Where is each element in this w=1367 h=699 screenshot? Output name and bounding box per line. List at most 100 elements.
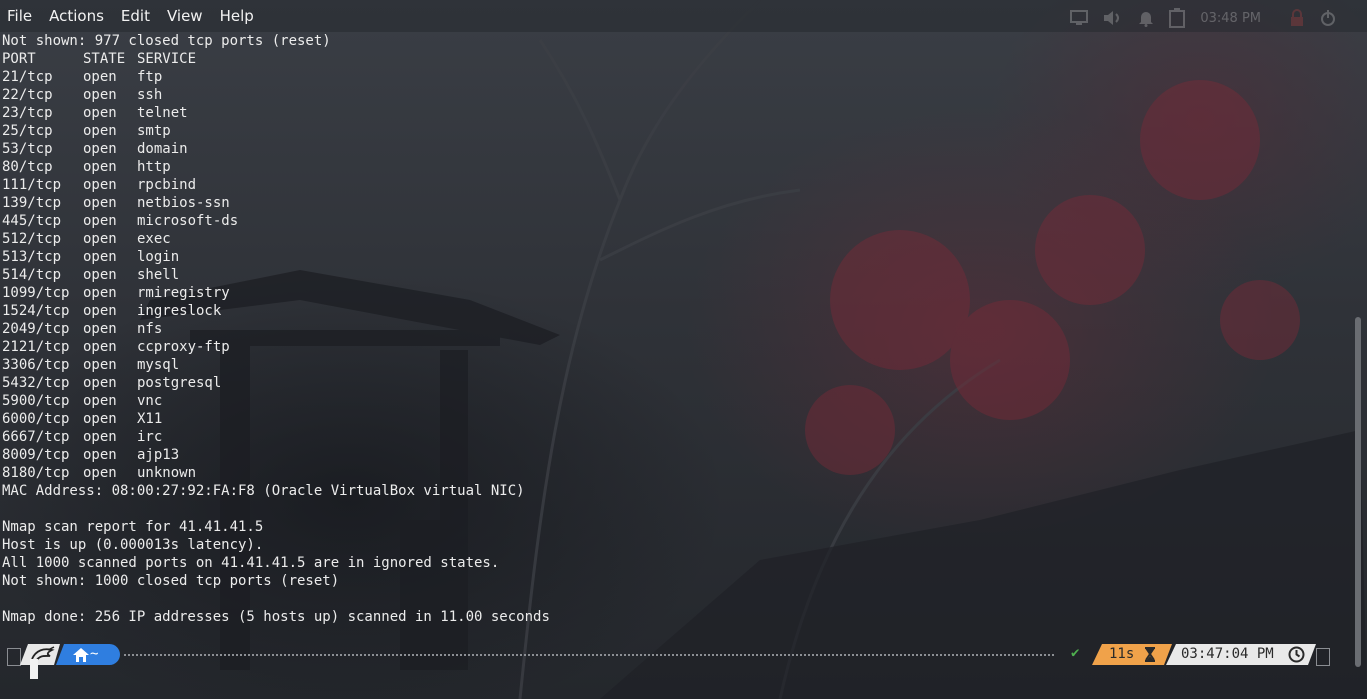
port-row: 21/tcp open ftp bbox=[2, 68, 1347, 86]
clock-icon bbox=[1288, 646, 1305, 663]
menu-view[interactable]: View bbox=[163, 7, 207, 25]
port-row: 512/tcp open exec bbox=[2, 230, 1347, 248]
service-cell: unknown bbox=[137, 465, 197, 481]
state-cell: open bbox=[83, 393, 117, 409]
prompt-bracket-right bbox=[1316, 648, 1330, 666]
kali-logo-segment bbox=[20, 644, 60, 665]
port-row: 445/tcp open microsoft-ds bbox=[2, 212, 1347, 230]
menu-actions[interactable]: Actions bbox=[45, 7, 108, 25]
port-row: 1099/tcp open rmiregistry bbox=[2, 284, 1347, 302]
port-cell: 2121/tcp bbox=[2, 339, 70, 355]
menu-help[interactable]: Help bbox=[216, 7, 258, 25]
shell-prompt: ~ ✔ 11s 03:47:04 PM bbox=[0, 640, 1367, 670]
state-cell: open bbox=[83, 267, 117, 283]
port-row: 53/tcp open domain bbox=[2, 140, 1347, 158]
volume-icon bbox=[1104, 11, 1120, 25]
state-cell: open bbox=[83, 105, 117, 121]
port-row: 8009/tcp open ajp13 bbox=[2, 446, 1347, 464]
port-table-header: PORT STATE SERVICE bbox=[2, 50, 1347, 68]
header-state: STATE bbox=[83, 51, 126, 67]
port-cell: 23/tcp bbox=[2, 105, 53, 121]
terminal-output: Not shown: 977 closed tcp ports (reset) … bbox=[2, 32, 1347, 626]
port-cell: 6000/tcp bbox=[2, 411, 70, 427]
state-cell: open bbox=[83, 195, 117, 211]
service-cell: postgresql bbox=[137, 375, 222, 391]
state-cell: open bbox=[83, 177, 117, 193]
duration-value: 11s bbox=[1109, 646, 1135, 662]
terminal-cursor[interactable] bbox=[30, 659, 38, 679]
port-cell: 512/tcp bbox=[2, 231, 62, 247]
menu-file[interactable]: File bbox=[3, 7, 36, 25]
state-cell: open bbox=[83, 231, 117, 247]
state-cell: open bbox=[83, 249, 117, 265]
port-cell: 2049/tcp bbox=[2, 321, 70, 337]
port-row: 139/tcp open netbios-ssn bbox=[2, 194, 1347, 212]
port-cell: 1099/tcp bbox=[2, 285, 70, 301]
mac-address-line: MAC Address: 08:00:27:92:FA:F8 (Oracle V… bbox=[2, 483, 525, 499]
desktop-panel: 03:48 PM bbox=[1070, 8, 1337, 28]
service-cell: shell bbox=[137, 267, 180, 283]
prompt-filler bbox=[124, 654, 1054, 656]
service-cell: ingreslock bbox=[137, 303, 222, 319]
port-cell: 5432/tcp bbox=[2, 375, 70, 391]
port-row: 8180/tcp open unknown bbox=[2, 464, 1347, 482]
header-port: PORT bbox=[2, 51, 36, 67]
host-up-line: Host is up (0.000013s latency). bbox=[2, 537, 264, 553]
ignored-states-line: All 1000 scanned ports on 41.41.41.5 are… bbox=[2, 555, 500, 571]
duration-segment: 11s bbox=[1092, 644, 1172, 665]
scrollbar-thumb[interactable] bbox=[1355, 317, 1361, 667]
power-icon bbox=[1321, 10, 1335, 26]
port-cell: 8009/tcp bbox=[2, 447, 70, 463]
directory-segment: ~ bbox=[56, 644, 120, 665]
port-cell: 8180/tcp bbox=[2, 465, 70, 481]
service-cell: exec bbox=[137, 231, 171, 247]
port-cell: 25/tcp bbox=[2, 123, 53, 139]
port-row: 25/tcp open smtp bbox=[2, 122, 1347, 140]
header-service: SERVICE bbox=[137, 51, 197, 67]
service-cell: smtp bbox=[137, 123, 171, 139]
port-row: 1524/tcp open ingreslock bbox=[2, 302, 1347, 320]
state-cell: open bbox=[83, 213, 117, 229]
port-row: 513/tcp open login bbox=[2, 248, 1347, 266]
state-cell: open bbox=[83, 159, 117, 175]
lock-icon bbox=[1291, 9, 1303, 26]
state-cell: open bbox=[83, 465, 117, 481]
port-cell: 80/tcp bbox=[2, 159, 53, 175]
port-cell: 111/tcp bbox=[2, 177, 62, 193]
scan-report-line: Nmap scan report for 41.41.41.5 bbox=[2, 519, 264, 535]
port-cell: 22/tcp bbox=[2, 87, 53, 103]
state-cell: open bbox=[83, 141, 117, 157]
nmap-done-line: Nmap done: 256 IP addresses (5 hosts up)… bbox=[2, 609, 550, 625]
time-value: 03:47:04 PM bbox=[1181, 646, 1274, 662]
state-cell: open bbox=[83, 321, 117, 337]
port-row: 514/tcp open shell bbox=[2, 266, 1347, 284]
menu-edit[interactable]: Edit bbox=[117, 7, 154, 25]
port-cell: 21/tcp bbox=[2, 69, 53, 85]
success-check-icon: ✔ bbox=[1071, 645, 1080, 661]
service-cell: ftp bbox=[137, 69, 163, 85]
port-cell: 5900/tcp bbox=[2, 393, 70, 409]
service-cell: ccproxy-ftp bbox=[137, 339, 230, 355]
time-segment: 03:47:04 PM bbox=[1166, 644, 1316, 665]
port-row: 22/tcp open ssh bbox=[2, 86, 1347, 104]
service-cell: telnet bbox=[137, 105, 188, 121]
state-cell: open bbox=[83, 375, 117, 391]
hourglass-icon bbox=[1144, 647, 1156, 662]
directory-label: ~ bbox=[90, 646, 99, 662]
terminal-scrollbar[interactable] bbox=[1353, 32, 1363, 672]
port-cell: 445/tcp bbox=[2, 213, 62, 229]
not-shown-line: Not shown: 977 closed tcp ports (reset) bbox=[2, 33, 331, 49]
service-cell: ssh bbox=[137, 87, 163, 103]
port-cell: 514/tcp bbox=[2, 267, 62, 283]
port-cell: 53/tcp bbox=[2, 141, 53, 157]
service-cell: rpcbind bbox=[137, 177, 197, 193]
state-cell: open bbox=[83, 123, 117, 139]
panel-clock: 03:48 PM bbox=[1200, 10, 1261, 26]
service-cell: vnc bbox=[137, 393, 163, 409]
port-row: 3306/tcp open mysql bbox=[2, 356, 1347, 374]
service-cell: mysql bbox=[137, 357, 180, 373]
port-cell: 139/tcp bbox=[2, 195, 62, 211]
state-cell: open bbox=[83, 285, 117, 301]
